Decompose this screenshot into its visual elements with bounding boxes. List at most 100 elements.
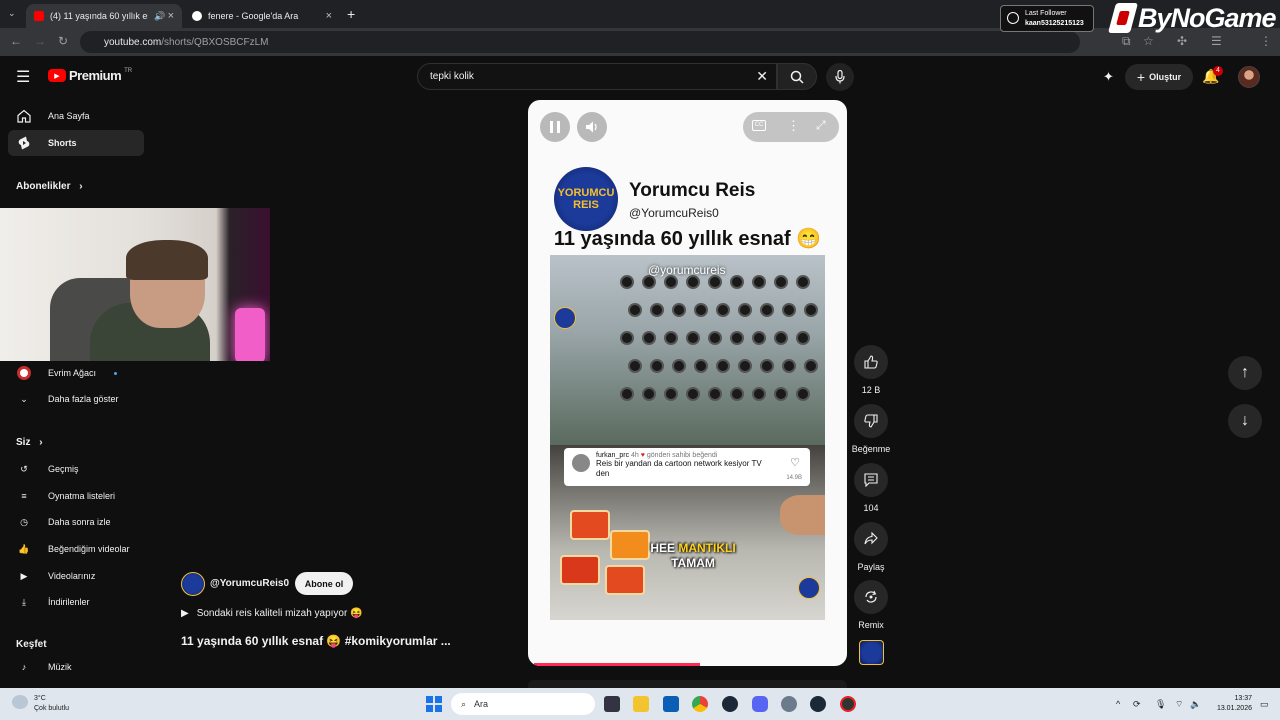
search-button[interactable]: [777, 63, 817, 90]
speaker-icon[interactable]: 🔈: [1190, 699, 1201, 710]
like-action[interactable]: 12 B: [852, 345, 890, 395]
thumbs-down-icon[interactable]: [854, 404, 888, 438]
steam-icon[interactable]: [722, 696, 738, 712]
meta-video-title[interactable]: 11 yaşında 60 yıllık esnaf 😝 #komikyorum…: [181, 634, 451, 648]
share-icon[interactable]: [854, 522, 888, 556]
previous-short-button[interactable]: ↑: [1228, 356, 1262, 390]
reload-icon[interactable]: ↻: [58, 34, 68, 48]
weather-widget[interactable]: 3°C Çok bulutlu: [12, 694, 69, 714]
notifications-icon[interactable]: ▭: [1260, 699, 1269, 710]
forward-icon[interactable]: →: [34, 34, 46, 48]
ask-ai-icon[interactable]: ✦: [1103, 69, 1114, 85]
install-icon[interactable]: ⧉: [1122, 34, 1131, 49]
subscribe-button[interactable]: Abone ol: [295, 572, 353, 595]
settings-icon[interactable]: [781, 696, 797, 712]
playlist-icon: ≡: [21, 491, 27, 501]
tab-close-icon[interactable]: ×: [326, 10, 332, 22]
sidebar-item-music[interactable]: ♪ Müzik: [8, 654, 144, 680]
sidebar-item-playlists[interactable]: ≡ Oynatma listeleri: [8, 483, 144, 509]
taskbar-search[interactable]: ⌕ Ara: [451, 693, 595, 715]
fishing-reel: [774, 331, 788, 345]
captions-icon[interactable]: CC: [752, 120, 766, 131]
comments-action[interactable]: 104: [852, 463, 890, 513]
streamer-hair: [126, 240, 208, 280]
logo-region: TR: [124, 67, 133, 74]
share-label: Paylaş: [857, 562, 885, 572]
tab-google[interactable]: fenere - Google'da Ara ×: [184, 4, 340, 28]
discord-icon[interactable]: [752, 696, 768, 712]
voice-search-button[interactable]: [826, 63, 854, 91]
reading-list-icon[interactable]: ☰: [1211, 34, 1222, 48]
share-action[interactable]: Paylaş: [852, 522, 890, 572]
fishing-reel: [686, 275, 700, 289]
create-button[interactable]: + Oluştur: [1125, 64, 1193, 90]
windows-start-icon[interactable]: [426, 696, 442, 712]
more-options-icon[interactable]: ⋮: [787, 118, 800, 134]
file-explorer-icon[interactable]: [633, 696, 649, 712]
sidebar-subscriptions-header[interactable]: Abonelikler ›: [16, 181, 83, 192]
tray-mic-icon[interactable]: 🎙: [1155, 699, 1166, 710]
youtube-header: ☰ ▶ Premium TR tepki kolik ✕ ✦ + Oluştur…: [0, 56, 1280, 98]
sidebar-item-downloads[interactable]: ⤓ İndirilenler: [8, 589, 144, 615]
tab-youtube[interactable]: (4) 11 yaşında 60 yıllık esnaf 🔊 ×: [26, 4, 182, 28]
thumbs-up-icon[interactable]: [854, 345, 888, 379]
heart-icon: ♥: [640, 452, 645, 459]
sidebar-you-header[interactable]: Siz ›: [16, 437, 43, 448]
youtube-logo[interactable]: ▶ Premium TR: [48, 68, 132, 83]
sidebar-item-liked-videos[interactable]: 👍 Beğendiğim videolar: [8, 536, 144, 562]
volume-button[interactable]: [577, 112, 607, 142]
bookmark-star-icon[interactable]: ☆: [1143, 34, 1154, 48]
sidebar-item-evrim-agaci[interactable]: Evrim Ağacı: [8, 360, 144, 386]
comment-icon[interactable]: [854, 463, 888, 497]
obs-icon[interactable]: [840, 696, 856, 712]
hamburger-menu-icon[interactable]: ☰: [16, 67, 30, 87]
meta-channel-avatar[interactable]: [181, 572, 205, 596]
dislike-action[interactable]: Beğenme: [852, 404, 890, 454]
new-tab-button[interactable]: +: [347, 6, 355, 22]
sidebar-item-show-more[interactable]: ⌄ Daha fazla göster: [8, 386, 144, 412]
fishing-reel: [620, 387, 634, 401]
meta-description[interactable]: ▶ Sondaki reis kaliteli mizah yapıyor 😝: [181, 608, 363, 619]
url-field[interactable]: youtube.com/shorts/QBXOSBCFzLM: [80, 31, 1080, 53]
sidebar-item-shorts[interactable]: Shorts: [8, 130, 144, 156]
sidebar-item-your-videos[interactable]: ▶ Videolarınız: [8, 563, 144, 589]
sidebar-item-watch-later[interactable]: ◷ Daha sonra izle: [8, 509, 144, 535]
tab-search-icon[interactable]: ⌄: [8, 8, 16, 19]
windows-taskbar: 3°C Çok bulutlu ⌕ Ara ^ ⟳ 🎙 ⌔ 🔈 13:37 13…: [0, 688, 1280, 720]
back-icon[interactable]: ←: [10, 34, 22, 48]
sidebar-item-history[interactable]: ↺ Geçmiş: [8, 456, 144, 482]
fullscreen-icon[interactable]: ⤢: [816, 118, 826, 133]
playback-progress-bar[interactable]: [534, 663, 700, 666]
tray-sync-icon[interactable]: ⟳: [1133, 699, 1141, 710]
shorts-player[interactable]: CC ⋮ ⤢ YORUMCU REIS Yorumcu Reis @Yorumc…: [528, 100, 847, 666]
chrome-icon[interactable]: [692, 696, 708, 712]
remix-action[interactable]: Remix: [852, 580, 890, 630]
account-avatar[interactable]: [1238, 66, 1260, 88]
fishing-reel: [796, 331, 810, 345]
steam-icon[interactable]: [810, 696, 826, 712]
remix-icon[interactable]: [854, 580, 888, 614]
shorts-icon: [16, 135, 32, 151]
history-icon: ↺: [20, 463, 28, 474]
menu-icon[interactable]: ⋮: [1260, 34, 1272, 48]
tab-close-icon[interactable]: ×: [168, 10, 174, 22]
clear-search-icon[interactable]: ✕: [756, 68, 768, 85]
wifi-icon[interactable]: ⌔: [1175, 699, 1183, 710]
sidebar-item-home[interactable]: Ana Sayfa: [8, 103, 144, 129]
follower-name: kaan53125215123: [1025, 20, 1084, 27]
sidebar-item-label: Evrim Ağacı: [48, 368, 97, 378]
store-icon[interactable]: [663, 696, 679, 712]
search-input[interactable]: tepki kolik ✕: [417, 63, 777, 90]
next-short-button[interactable]: ↓: [1228, 404, 1262, 438]
pause-button[interactable]: [540, 112, 570, 142]
taskbar-clock[interactable]: 13:37 13.01.2026: [1212, 694, 1252, 714]
speaker-icon[interactable]: 🔊: [154, 11, 165, 22]
extensions-icon[interactable]: ✣: [1177, 34, 1187, 48]
tray-chevron-up-icon[interactable]: ^: [1116, 699, 1120, 709]
fishing-reel: [782, 303, 796, 317]
fishing-reel: [620, 331, 634, 345]
meta-channel-name[interactable]: @YorumcuReis0: [210, 578, 289, 589]
task-view-icon[interactable]: [604, 696, 620, 712]
sound-thumbnail[interactable]: [859, 640, 884, 665]
search-icon: [790, 70, 804, 84]
